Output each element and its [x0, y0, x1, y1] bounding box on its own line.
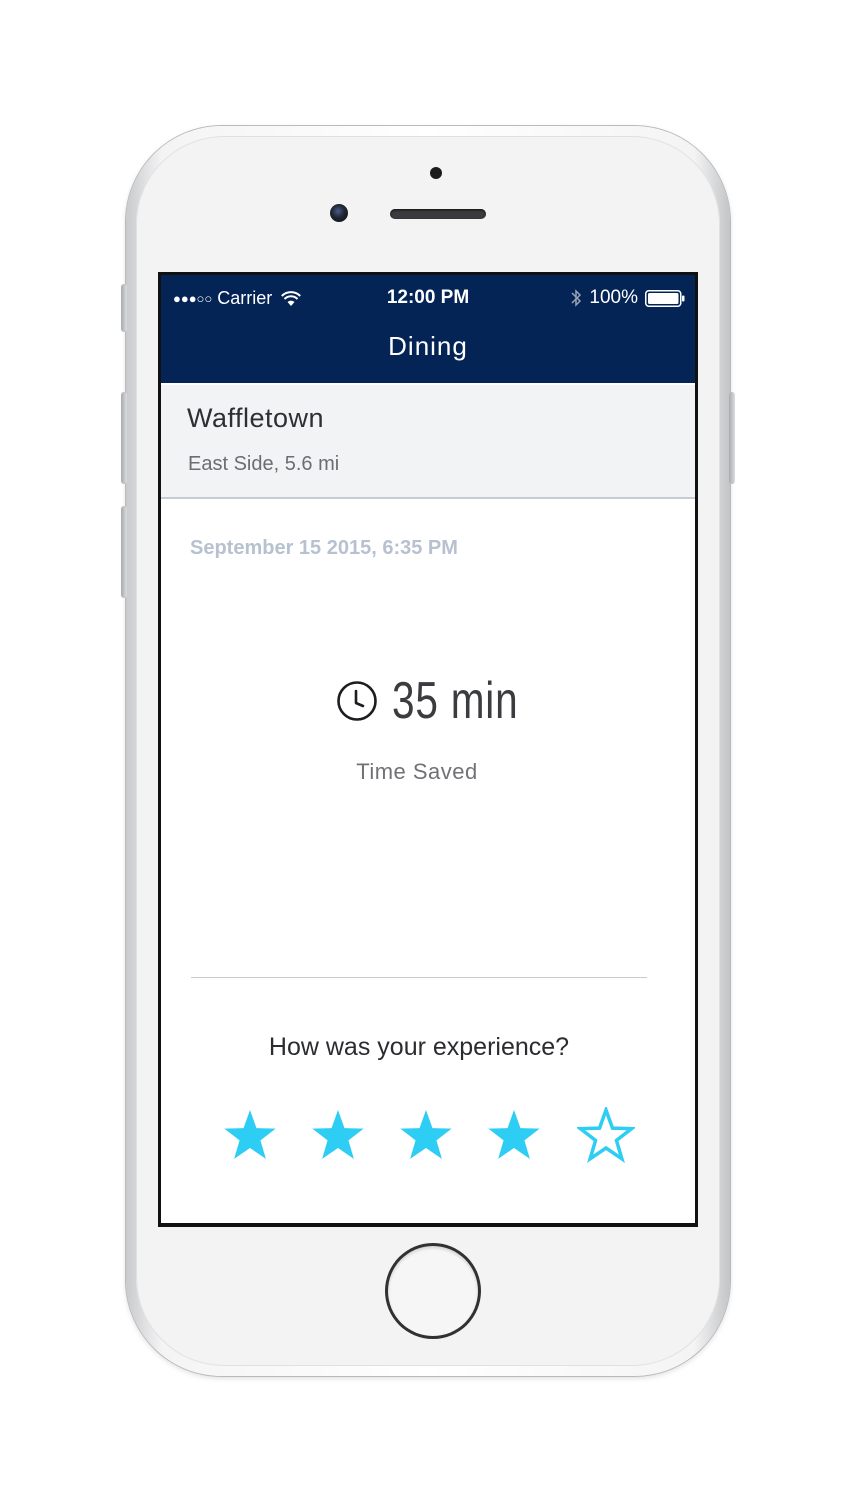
mute-switch	[121, 284, 127, 332]
app-screen: ●●●○○ Carrier 12:00 PM 100% Dining Waffl…	[161, 275, 695, 1223]
time-saved-row: 35 min	[161, 671, 695, 731]
earpiece-speaker	[390, 209, 486, 219]
star-filled-icon[interactable]	[485, 1107, 543, 1165]
star-filled-icon[interactable]	[221, 1107, 279, 1165]
device-frame: ●●●○○ Carrier 12:00 PM 100% Dining Waffl…	[0, 0, 856, 1500]
screen-bezel: ●●●○○ Carrier 12:00 PM 100% Dining Waffl…	[158, 272, 698, 1227]
clock-icon	[337, 681, 377, 721]
section-divider	[191, 977, 647, 978]
experience-question: How was your experience?	[268, 1033, 570, 1061]
power-button	[729, 392, 735, 484]
venue-location: East Side, 5.6 mi	[188, 453, 340, 475]
proximity-sensor	[430, 167, 442, 179]
star-empty-icon[interactable]	[577, 1107, 635, 1165]
star-rating	[221, 1107, 641, 1167]
navigation-bar: ●●●○○ Carrier 12:00 PM 100% Dining	[161, 275, 695, 383]
star-filled-icon[interactable]	[397, 1107, 455, 1165]
visit-date: September 15 2015, 6:35 PM	[190, 537, 458, 559]
status-bar: ●●●○○ Carrier 12:00 PM 100%	[161, 285, 695, 313]
time-saved-value: 35 min	[391, 672, 519, 730]
star-filled-icon[interactable]	[309, 1107, 367, 1165]
front-camera	[330, 204, 348, 222]
page-title: Dining	[388, 331, 468, 361]
home-button[interactable]	[388, 1246, 478, 1336]
time-saved-label: Time Saved	[356, 759, 478, 784]
battery-icon	[645, 289, 685, 307]
venue-header[interactable]: Waffletown East Side, 5.6 mi	[161, 385, 695, 499]
bluetooth-icon	[571, 289, 582, 307]
volume-down-button	[121, 506, 127, 598]
venue-name: Waffletown	[187, 403, 325, 433]
status-right: 100%	[571, 287, 685, 309]
battery-percentage: 100%	[589, 287, 638, 308]
volume-up-button	[121, 392, 127, 484]
